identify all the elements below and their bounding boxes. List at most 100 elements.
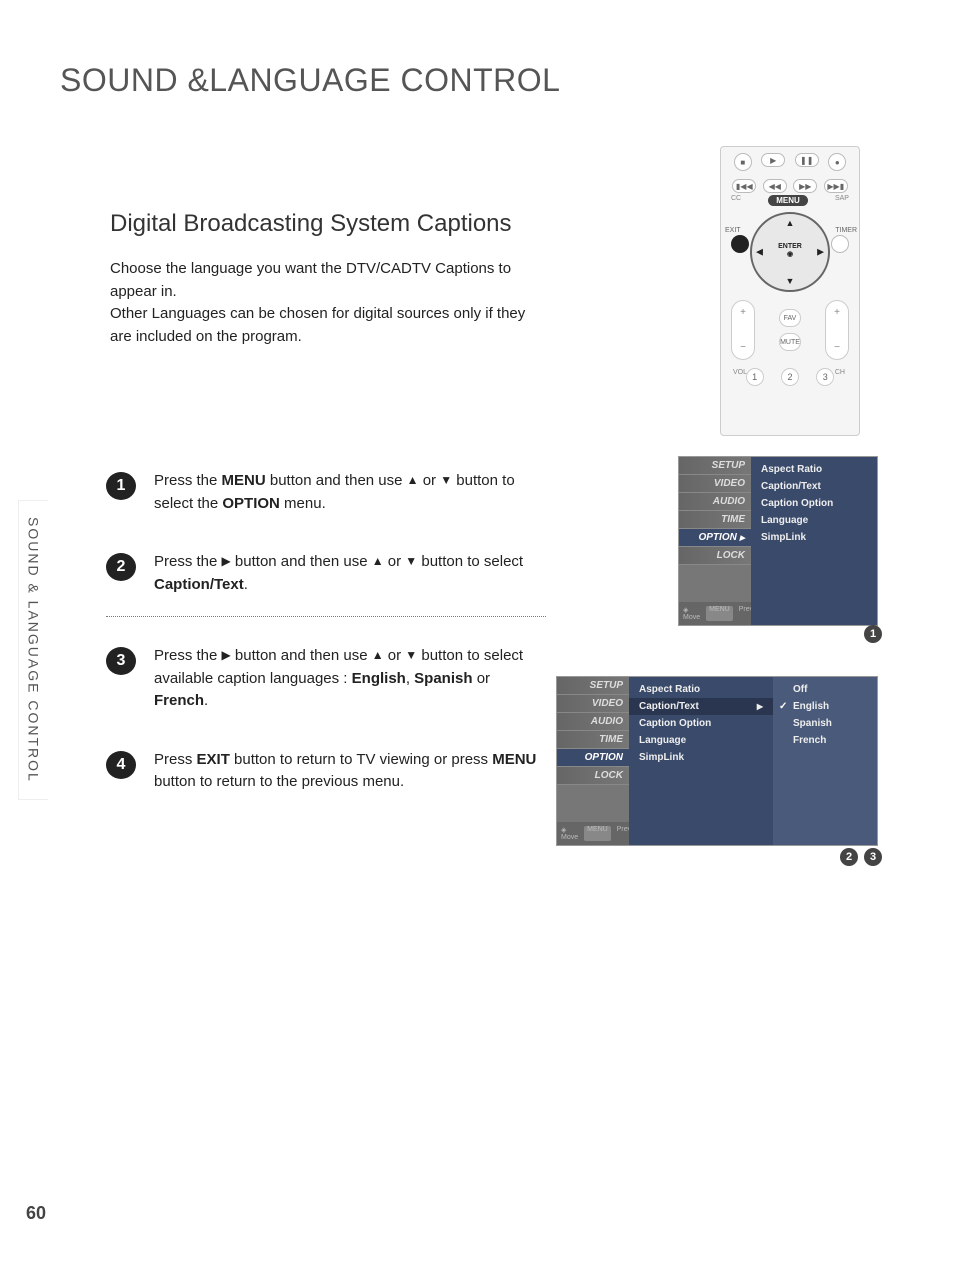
step-4: 4 Press EXIT button to return to TV view… xyxy=(106,749,546,794)
exit-label: EXIT xyxy=(725,227,741,234)
menu-label: MENU xyxy=(492,751,536,768)
option-caption-text: Caption/Text xyxy=(751,478,877,495)
enter-ring-icon: ◉ xyxy=(787,251,793,258)
minus-icon: − xyxy=(834,342,840,353)
text: or xyxy=(384,553,406,570)
option-simplink: SimpLink xyxy=(629,749,773,766)
step-2: 2 Press the ▶ button and then use ▲ or ▼… xyxy=(106,551,546,617)
option-simplink: SimpLink xyxy=(751,529,877,546)
text: or xyxy=(384,647,406,664)
caption-text-label: Caption/Text xyxy=(154,576,244,593)
sub-option-off: Off xyxy=(773,681,877,698)
play-button: ▶ xyxy=(761,153,785,167)
text: . xyxy=(204,692,208,709)
sidebar-item-lock: LOCK xyxy=(557,767,629,785)
option-aspect-ratio: Aspect Ratio xyxy=(751,461,877,478)
right-arrow-icon: ▶ xyxy=(740,535,745,542)
dpad-up-icon: ▲ xyxy=(786,218,795,228)
english-label: English xyxy=(352,670,406,687)
ch-label: CH xyxy=(835,369,845,376)
number-3-button: 3 xyxy=(816,368,834,386)
sub-option-spanish: Spanish xyxy=(773,715,877,732)
sap-label: SAP xyxy=(835,195,849,206)
step-number-badge: 4 xyxy=(106,751,136,779)
dpad-down-icon: ▼ xyxy=(786,276,795,286)
text: . xyxy=(244,576,248,593)
vertical-chapter-tab: SOUND & LANGUAGE CONTROL xyxy=(18,500,48,800)
option-language: Language xyxy=(751,512,877,529)
dpad-right-icon: ▶ xyxy=(817,247,824,258)
option-label: OPTION xyxy=(222,495,280,512)
number-2-button: 2 xyxy=(781,368,799,386)
stop-button: ■ xyxy=(734,153,752,171)
timer-label: TIMER xyxy=(835,227,857,234)
text: or xyxy=(473,670,491,687)
step-1-text: Press the MENU button and then use ▲ or … xyxy=(154,470,546,515)
plus-icon: + xyxy=(740,307,746,318)
step-2-text: Press the ▶ button and then use ▲ or ▼ b… xyxy=(154,551,546,596)
sidebar-item-video: VIDEO xyxy=(679,475,751,493)
pause-button: ❚❚ xyxy=(795,153,819,167)
down-arrow-icon: ▼ xyxy=(405,646,417,664)
number-1-button: 1 xyxy=(746,368,764,386)
osd-panel: Aspect Ratio Caption/Text ▶ Caption Opti… xyxy=(629,677,773,845)
text: Press the xyxy=(154,647,222,664)
osd-submenu: Off English Spanish French xyxy=(773,677,877,845)
osd-sidebar: SETUP VIDEO AUDIO TIME OPTION ▶ LOCK ◈ M… xyxy=(679,457,751,625)
forward-button: ▶▶ xyxy=(793,179,817,193)
text: , xyxy=(406,670,414,687)
spanish-label: Spanish xyxy=(414,670,472,687)
step-number-badge: 3 xyxy=(106,647,136,675)
down-arrow-icon: ▼ xyxy=(405,552,417,570)
step-1: 1 Press the MENU button and then use ▲ o… xyxy=(106,470,546,515)
rewind-button: ◀◀ xyxy=(763,179,787,193)
callout-3: 3 xyxy=(864,848,882,866)
option-caption-option: Caption Option xyxy=(629,715,773,732)
callout-2: 2 xyxy=(840,848,858,866)
option-caption-option: Caption Option xyxy=(751,495,877,512)
sidebar-item-time: TIME xyxy=(679,511,751,529)
sub-option-french: French xyxy=(773,732,877,749)
sidebar-item-audio: AUDIO xyxy=(557,713,629,731)
right-arrow-icon: ▶ xyxy=(222,552,231,570)
osd-footer: ◈ Move MENUPrev xyxy=(557,822,629,845)
intro-line-1: Choose the language you want the DTV/CAD… xyxy=(110,258,540,303)
osd-menu-1: SETUP VIDEO AUDIO TIME OPTION ▶ LOCK ◈ M… xyxy=(678,456,878,626)
sidebar-item-lock: LOCK xyxy=(679,547,751,565)
text: button and then use xyxy=(266,472,407,489)
menu-button: MENU xyxy=(768,195,808,206)
label: OPTION xyxy=(698,532,736,543)
plus-icon: + xyxy=(834,307,840,318)
osd-menu-2: SETUP VIDEO AUDIO TIME OPTION LOCK ◈ Mov… xyxy=(556,676,878,846)
osd-panel: Aspect Ratio Caption/Text Caption Option… xyxy=(751,457,877,625)
text: menu. xyxy=(280,495,326,512)
intro-text: Choose the language you want the DTV/CAD… xyxy=(110,258,540,348)
step-3: 3 Press the ▶ button and then use ▲ or ▼… xyxy=(106,645,546,713)
text: Press xyxy=(154,751,197,768)
remote-control-diagram: ■ ▶ ❚❚ ● ▮◀◀ ◀◀ ▶▶ ▶▶▮ CC MENU SAP EXIT … xyxy=(720,146,860,436)
sidebar-item-time: TIME xyxy=(557,731,629,749)
up-arrow-icon: ▲ xyxy=(372,646,384,664)
option-caption-text: Caption/Text ▶ xyxy=(629,698,773,715)
skip-prev-button: ▮◀◀ xyxy=(732,179,756,193)
navigation-dpad: ▲ ▼ ◀ ▶ ENTER ◉ xyxy=(750,212,830,292)
page-number: 60 xyxy=(26,1203,46,1224)
prev-hint: MENU xyxy=(706,606,733,621)
right-arrow-icon: ▶ xyxy=(757,702,763,711)
sidebar-item-setup: SETUP xyxy=(679,457,751,475)
text: button to return to the previous menu. xyxy=(154,773,404,790)
menu-button-label: MENU xyxy=(222,472,266,489)
step-number-badge: 2 xyxy=(106,553,136,581)
sidebar-item-setup: SETUP xyxy=(557,677,629,695)
move-hint: ◈ Move xyxy=(683,606,700,621)
record-button: ● xyxy=(828,153,846,171)
section-heading: Digital Broadcasting System Captions xyxy=(110,210,512,238)
cc-label: CC xyxy=(731,195,741,206)
instruction-steps: 1 Press the MENU button and then use ▲ o… xyxy=(106,470,546,830)
text: button to select xyxy=(417,553,523,570)
sidebar-item-video: VIDEO xyxy=(557,695,629,713)
prev-hint: MENU xyxy=(584,826,611,841)
up-arrow-icon: ▲ xyxy=(372,552,384,570)
up-arrow-icon: ▲ xyxy=(407,471,419,489)
text: Press the xyxy=(154,553,222,570)
